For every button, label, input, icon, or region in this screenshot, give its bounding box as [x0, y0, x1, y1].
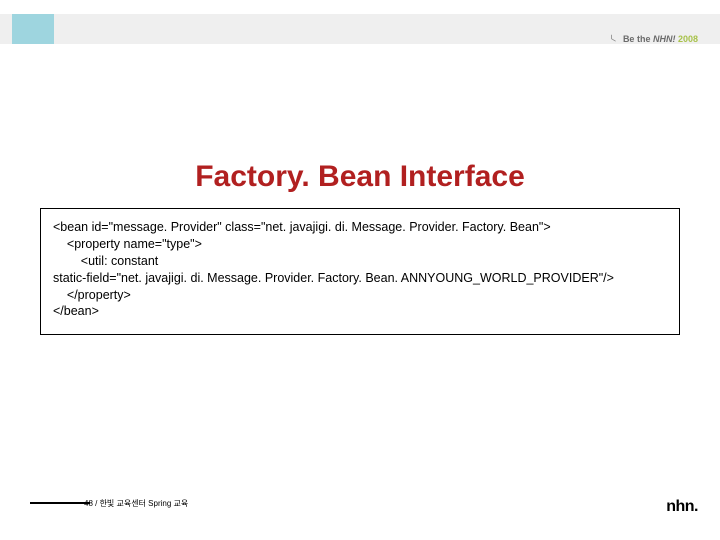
footer-rule — [30, 502, 90, 504]
nhn-logo: nhn. — [666, 498, 698, 516]
tagline-brand: NHN! — [653, 34, 676, 44]
code-box: <bean id="message. Provider" class="net.… — [40, 208, 680, 335]
footer-text: 48 / 한빛 교육센터 Spring 교육 — [84, 498, 188, 509]
topbar-cyan-block — [12, 14, 54, 44]
topbar: Be the NHN! 2008 — [0, 14, 720, 44]
tagline-arrow-icon — [610, 34, 618, 42]
slide: Be the NHN! 2008 Factory. Bean Interface… — [0, 0, 720, 540]
tagline-year: 2008 — [678, 34, 698, 44]
tagline: Be the NHN! 2008 — [610, 34, 698, 44]
slide-title: Factory. Bean Interface — [0, 160, 720, 194]
tagline-prefix: Be the — [623, 34, 653, 44]
